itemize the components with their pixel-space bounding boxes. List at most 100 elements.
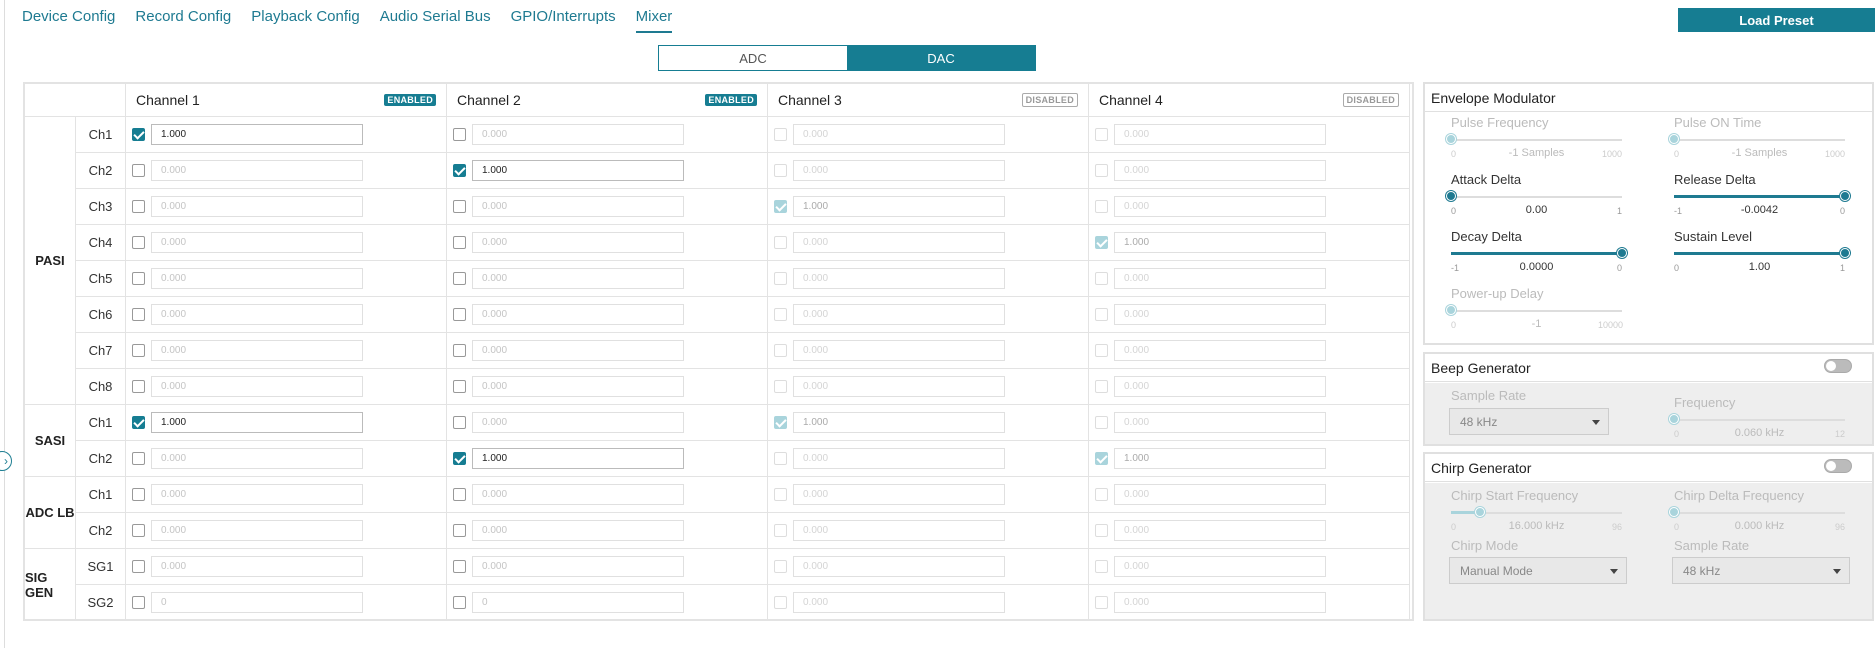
gain-input[interactable]: 0.000: [472, 124, 684, 145]
mixer-cell: 0.000: [447, 549, 768, 585]
mixer-checkbox[interactable]: [453, 164, 466, 177]
row-label: Ch1: [76, 405, 126, 441]
gain-input[interactable]: 1.000: [472, 448, 684, 469]
mixer-checkbox[interactable]: [453, 236, 466, 249]
group-label: SIG GEN: [25, 549, 76, 621]
slider-value: -1: [1531, 318, 1542, 330]
mixer-checkbox[interactable]: [132, 524, 145, 537]
mixer-checkbox[interactable]: [453, 452, 466, 465]
gain-input[interactable]: 0.000: [151, 268, 363, 289]
mixer-cell: 0.000: [768, 369, 1089, 405]
grid-corner: [25, 84, 126, 117]
mixer-checkbox[interactable]: [132, 596, 145, 609]
gain-input[interactable]: 1.000: [151, 412, 363, 433]
gain-input[interactable]: 0: [151, 592, 363, 613]
mixer-checkbox[interactable]: [453, 128, 466, 141]
gain-input: 0.000: [1114, 124, 1326, 145]
mixer-checkbox[interactable]: [132, 344, 145, 357]
mixer-cell: 0.000: [126, 153, 447, 189]
sample-rate-select[interactable]: 48 kHz: [1449, 408, 1609, 435]
mixer-checkbox[interactable]: [453, 344, 466, 357]
gain-input[interactable]: 0.000: [151, 484, 363, 505]
mixer-cell: 0.000: [447, 117, 768, 153]
gain-input[interactable]: 0.000: [472, 196, 684, 217]
gain-input[interactable]: 0.000: [151, 160, 363, 181]
gain-input[interactable]: 0.000: [472, 340, 684, 361]
slider-label: Chirp Start Frequency: [1451, 488, 1579, 503]
expand-sidebar-icon[interactable]: ›: [0, 451, 12, 471]
gain-input[interactable]: 0.000: [151, 304, 363, 325]
gain-input[interactable]: 0.000: [472, 556, 684, 577]
mixer-checkbox[interactable]: [453, 308, 466, 321]
gain-input[interactable]: 1.000: [472, 160, 684, 181]
beep-generator-toggle[interactable]: [1824, 359, 1852, 373]
gain-input[interactable]: 0.000: [151, 340, 363, 361]
gain-input[interactable]: 0.000: [472, 232, 684, 253]
mixer-checkbox[interactable]: [453, 560, 466, 573]
gain-input[interactable]: 1.000: [151, 124, 363, 145]
mixer-cell: 0.000: [768, 225, 1089, 261]
mixer-checkbox[interactable]: [132, 452, 145, 465]
mixer-checkbox[interactable]: [132, 488, 145, 501]
tab-playback-config[interactable]: Playback Config: [251, 8, 359, 33]
mixer-cell: 0.000: [1089, 585, 1410, 621]
mixer-checkbox[interactable]: [132, 128, 145, 141]
gain-input[interactable]: 0: [472, 592, 684, 613]
mixer-checkbox[interactable]: [453, 416, 466, 429]
slider-track[interactable]: [1451, 196, 1622, 198]
mixer-cell: 0.000: [768, 513, 1089, 549]
mixer-checkbox[interactable]: [132, 272, 145, 285]
mixer-checkbox[interactable]: [453, 200, 466, 213]
gain-input[interactable]: 0.000: [472, 268, 684, 289]
chirp-mode-select[interactable]: Manual Mode: [1449, 557, 1627, 584]
mixer-checkbox[interactable]: [453, 488, 466, 501]
tab-audio-serial-bus[interactable]: Audio Serial Bus: [380, 8, 491, 33]
gain-input[interactable]: 0.000: [151, 376, 363, 397]
gain-input[interactable]: 0.000: [151, 556, 363, 577]
load-preset-button[interactable]: Load Preset: [1678, 8, 1875, 32]
tab-mixer[interactable]: Mixer: [635, 8, 673, 33]
mixer-checkbox[interactable]: [132, 416, 145, 429]
mixer-checkbox[interactable]: [132, 236, 145, 249]
mixer-checkbox[interactable]: [132, 560, 145, 573]
gain-input[interactable]: 0.000: [151, 520, 363, 541]
slider-label: Pulse Frequency: [1451, 115, 1549, 130]
gain-input[interactable]: 0.000: [151, 196, 363, 217]
mixer-checkbox[interactable]: [132, 380, 145, 393]
mixer-checkbox[interactable]: [132, 200, 145, 213]
mixer-checkbox[interactable]: [132, 308, 145, 321]
slider-thumb[interactable]: [1840, 191, 1850, 201]
gain-input[interactable]: 0.000: [472, 376, 684, 397]
dac-option[interactable]: DAC: [847, 46, 1035, 70]
chirp-generator-title: Chirp Generator: [1425, 454, 1872, 482]
gain-input[interactable]: 0.000: [151, 232, 363, 253]
chirp-sample-rate-select[interactable]: 48 kHz: [1672, 557, 1850, 584]
gain-input: 0.000: [793, 484, 1005, 505]
tab-record-config[interactable]: Record Config: [135, 8, 231, 33]
mixer-checkbox[interactable]: [132, 164, 145, 177]
gain-input[interactable]: 0.000: [151, 448, 363, 469]
gain-input[interactable]: 0.000: [472, 304, 684, 325]
slider-fill: [1674, 195, 1845, 198]
chirp-generator-toggle[interactable]: [1824, 459, 1852, 473]
slider-thumb[interactable]: [1840, 248, 1850, 258]
row-label: Ch2: [76, 513, 126, 549]
mixer-cell: 0.000: [447, 261, 768, 297]
tab-gpio-interrupts[interactable]: GPIO/Interrupts: [511, 8, 616, 33]
slider-thumb: [1446, 305, 1456, 315]
mixer-checkbox: [1095, 452, 1108, 465]
gain-input[interactable]: 0.000: [472, 412, 684, 433]
mixer-checkbox[interactable]: [453, 596, 466, 609]
mixer-checkbox[interactable]: [453, 272, 466, 285]
channel-header: Channel 2 ENABLED: [447, 84, 768, 117]
slider-thumb[interactable]: [1617, 248, 1627, 258]
tab-device-config[interactable]: Device Config: [22, 8, 115, 33]
mixer-cell: 0.000: [1089, 513, 1410, 549]
adc-option[interactable]: ADC: [659, 46, 847, 70]
slider-thumb[interactable]: [1446, 191, 1456, 201]
mixer-checkbox[interactable]: [453, 524, 466, 537]
gain-input[interactable]: 0.000: [472, 484, 684, 505]
gain-input[interactable]: 0.000: [472, 520, 684, 541]
chirp-generator-panel: Chirp Generator Chirp Start Frequency 0 96…: [1423, 452, 1874, 621]
mixer-checkbox[interactable]: [453, 380, 466, 393]
